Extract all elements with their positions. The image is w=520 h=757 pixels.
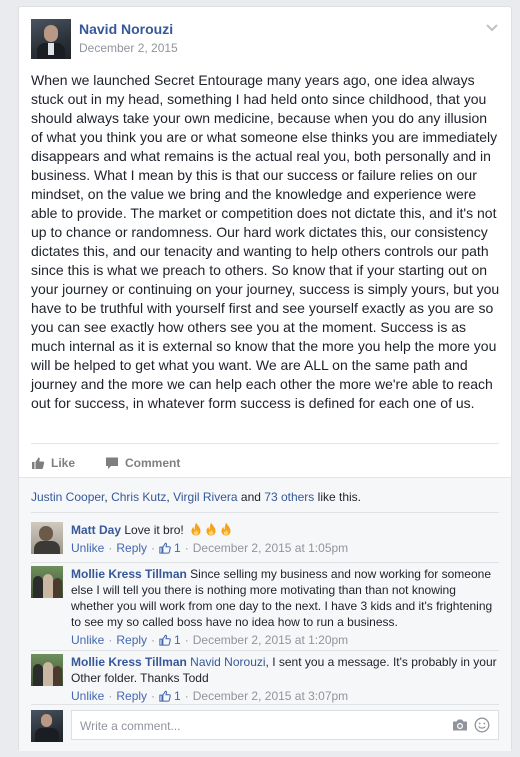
user-avatar	[31, 710, 63, 742]
post-date[interactable]: December 2, 2015	[79, 41, 178, 55]
author-avatar[interactable]	[31, 19, 71, 59]
post-body-text: When we launched Secret Entourage many y…	[31, 72, 500, 411]
divider	[31, 512, 499, 513]
reply-link[interactable]: Reply	[116, 540, 147, 556]
unlike-link[interactable]: Unlike	[71, 632, 104, 648]
emoji-icon[interactable]	[474, 717, 490, 733]
divider	[31, 443, 499, 444]
comment-icon	[106, 457, 119, 469]
commenter-name[interactable]: Matt Day	[71, 523, 121, 537]
post-card: Navid Norouzi December 2, 2015 When we l…	[18, 6, 512, 751]
thumbs-up-icon	[159, 690, 171, 702]
comment: Mollie Kress Tillman Navid Norouzi, I se…	[31, 654, 499, 704]
liker-link[interactable]: Chris Kutz	[111, 490, 166, 504]
unlike-link[interactable]: Unlike	[71, 540, 104, 556]
comments-section: Justin Cooper, Chris Kutz, Virgil Rivera…	[19, 477, 511, 751]
post-author[interactable]: Navid Norouzi	[79, 21, 173, 37]
liker-link[interactable]: Virgil Rivera	[173, 490, 237, 504]
commenter-avatar[interactable]	[31, 566, 63, 598]
liker-link[interactable]: Justin Cooper	[31, 490, 104, 504]
like-button[interactable]: Like	[31, 456, 75, 470]
comment-likes[interactable]: 1	[159, 688, 181, 704]
reply-link[interactable]: Reply	[116, 632, 147, 648]
camera-icon[interactable]	[452, 718, 468, 732]
chevron-down-icon[interactable]	[485, 21, 499, 35]
reply-link[interactable]: Reply	[116, 688, 147, 704]
tagged-user-link[interactable]: Navid Norouzi	[190, 655, 265, 669]
thumbs-up-icon	[159, 634, 171, 646]
thumbs-up-icon	[32, 457, 45, 469]
comment-button[interactable]: Comment	[105, 456, 180, 470]
comment: Matt Day Love it bro! Unlike · Reply · 1 · …	[31, 522, 499, 558]
comment-likes[interactable]: 1	[159, 632, 181, 648]
commenter-name[interactable]: Mollie Kress Tillman	[71, 655, 187, 669]
comment-text: Love it bro!	[124, 523, 184, 537]
fire-icon	[191, 522, 201, 536]
unlike-link[interactable]: Unlike	[71, 688, 104, 704]
comment-label: Comment	[125, 456, 181, 470]
commenter-avatar[interactable]	[31, 654, 63, 686]
likes-summary: Justin Cooper, Chris Kutz, Virgil Rivera…	[31, 490, 361, 504]
comment-likes[interactable]: 1	[159, 540, 181, 556]
comment: Mollie Kress Tillman Since selling my bu…	[31, 566, 499, 648]
fire-icon	[221, 522, 231, 536]
post-actions: Like Comment	[31, 450, 210, 476]
thumbs-up-icon	[159, 542, 171, 554]
commenter-avatar[interactable]	[31, 522, 63, 554]
like-label: Like	[51, 456, 76, 470]
divider	[31, 562, 499, 563]
commenter-name[interactable]: Mollie Kress Tillman	[71, 567, 187, 581]
others-link[interactable]: 73 others	[264, 490, 314, 504]
comment-time[interactable]: December 2, 2015 at 1:05pm	[193, 540, 348, 556]
fire-icon	[206, 522, 216, 536]
comment-time[interactable]: December 2, 2015 at 1:20pm	[193, 632, 348, 648]
comment-composer: Write a comment...	[31, 710, 499, 742]
comment-input[interactable]: Write a comment...	[71, 710, 499, 740]
divider	[31, 650, 499, 651]
comment-placeholder: Write a comment...	[80, 719, 181, 733]
comment-time[interactable]: December 2, 2015 at 3:07pm	[193, 688, 348, 704]
divider	[31, 704, 499, 705]
